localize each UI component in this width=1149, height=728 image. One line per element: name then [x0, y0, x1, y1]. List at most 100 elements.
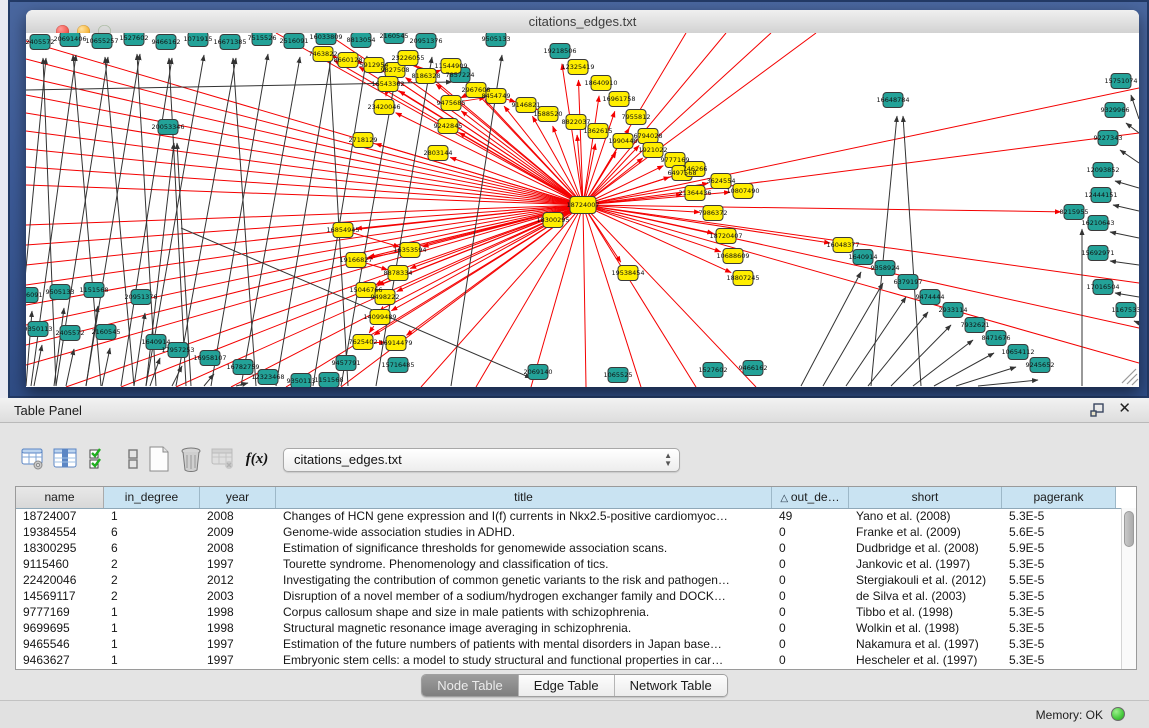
cell-year[interactable]: 2009	[200, 524, 276, 540]
table-row[interactable]: 977716911998Corpus callosum shape and si…	[16, 604, 1121, 620]
create-table-icon[interactable]	[146, 446, 172, 472]
cell-name[interactable]: 9463627	[16, 652, 104, 668]
network-canvas[interactable]: 2405572206914061065525715276029466162107…	[26, 33, 1139, 387]
column-header-name[interactable]: name	[16, 487, 104, 508]
cell-title[interactable]: Genome-wide association studies in ADHD.	[276, 524, 772, 540]
select-columns-icon[interactable]	[86, 446, 112, 472]
table-row[interactable]: 911546021997Tourette syndrome. Phenomeno…	[16, 556, 1121, 572]
scrollbar-thumb[interactable]	[1124, 511, 1134, 547]
cell-year[interactable]: 1997	[200, 652, 276, 668]
cell-in_degree[interactable]: 1	[104, 620, 200, 636]
cell-title[interactable]: Corpus callosum shape and size in male p…	[276, 604, 772, 620]
cell-title[interactable]: Investigating the contribution of common…	[276, 572, 772, 588]
cell-title[interactable]: Tourette syndrome. Phenomenology and cla…	[276, 556, 772, 572]
cell-in_degree[interactable]: 1	[104, 604, 200, 620]
table-row[interactable]: 1830029562008Estimation of significance …	[16, 540, 1121, 556]
cell-short[interactable]: Nakamura et al. (1997)	[849, 636, 1002, 652]
cell-year[interactable]: 2012	[200, 572, 276, 588]
cell-pagerank[interactable]: 5.3E-5	[1002, 508, 1116, 524]
vertical-scrollbar[interactable]	[1121, 508, 1136, 669]
cell-name[interactable]: 19384554	[16, 524, 104, 540]
cell-name[interactable]: 18300295	[16, 540, 104, 556]
cell-title[interactable]: Disruption of a novel member of a sodium…	[276, 588, 772, 604]
cell-pagerank[interactable]: 5.3E-5	[1002, 652, 1116, 668]
cell-title[interactable]: Estimation of significance thresholds fo…	[276, 540, 772, 556]
cell-pagerank[interactable]: 5.3E-5	[1002, 556, 1116, 572]
cell-year[interactable]: 1998	[200, 604, 276, 620]
cell-pagerank[interactable]: 5.3E-5	[1002, 636, 1116, 652]
show-columns-icon[interactable]	[52, 446, 78, 472]
cell-short[interactable]: Tibbo et al. (1998)	[849, 604, 1002, 620]
cell-name[interactable]: 9115460	[16, 556, 104, 572]
cell-out_de[interactable]: 0	[772, 604, 849, 620]
cell-in_degree[interactable]: 1	[104, 508, 200, 524]
close-panel-icon[interactable]: ✕	[1118, 401, 1131, 417]
cell-title[interactable]: Estimation of the future numbers of pati…	[276, 636, 772, 652]
column-header-title[interactable]: title	[276, 487, 772, 508]
cell-short[interactable]: Stergiakouli et al. (2012)	[849, 572, 1002, 588]
cell-year[interactable]: 2008	[200, 540, 276, 556]
network-view-window[interactable]: citations_edges.txt 24055722069140610655…	[26, 10, 1139, 387]
table-row[interactable]: 1872400712008Changes of HCN gene express…	[16, 508, 1121, 524]
cell-short[interactable]: Jankovic et al. (1997)	[849, 556, 1002, 572]
cell-name[interactable]: 22420046	[16, 572, 104, 588]
cell-short[interactable]: Hescheler et al. (1997)	[849, 652, 1002, 668]
cell-short[interactable]: Wolkin et al. (1998)	[849, 620, 1002, 636]
cell-out_de[interactable]: 0	[772, 572, 849, 588]
cell-year[interactable]: 2008	[200, 508, 276, 524]
cell-pagerank[interactable]: 5.3E-5	[1002, 604, 1116, 620]
cell-pagerank[interactable]: 5.3E-5	[1002, 588, 1116, 604]
cell-name[interactable]: 18724007	[16, 508, 104, 524]
cell-pagerank[interactable]: 5.6E-5	[1002, 524, 1116, 540]
cell-out_de[interactable]: 0	[772, 540, 849, 556]
row-height-icon[interactable]	[120, 446, 146, 472]
cell-year[interactable]: 1998	[200, 620, 276, 636]
cell-out_de[interactable]: 0	[772, 556, 849, 572]
table-row[interactable]: 1456911722003Disruption of a novel membe…	[16, 588, 1121, 604]
cell-short[interactable]: Franke et al. (2009)	[849, 524, 1002, 540]
column-header-pagerank[interactable]: pagerank	[1002, 487, 1116, 508]
column-header-out_de[interactable]: △ out_de…	[772, 487, 849, 508]
cell-short[interactable]: de Silva et al. (2003)	[849, 588, 1002, 604]
float-panel-icon[interactable]	[1090, 403, 1105, 417]
cell-in_degree[interactable]: 1	[104, 636, 200, 652]
cell-short[interactable]: Yano et al. (2008)	[849, 508, 1002, 524]
cell-pagerank[interactable]: 5.3E-5	[1002, 620, 1116, 636]
cell-in_degree[interactable]: 2	[104, 572, 200, 588]
cell-name[interactable]: 9699695	[16, 620, 104, 636]
cell-in_degree[interactable]: 6	[104, 524, 200, 540]
function-builder-icon[interactable]: f(x)	[244, 446, 270, 472]
cell-in_degree[interactable]: 6	[104, 540, 200, 556]
cell-year[interactable]: 1997	[200, 636, 276, 652]
cell-out_de[interactable]: 0	[772, 524, 849, 540]
column-header-short[interactable]: short	[849, 487, 1002, 508]
cell-title[interactable]: Structural magnetic resonance image aver…	[276, 620, 772, 636]
table-row[interactable]: 2242004622012Investigating the contribut…	[16, 572, 1121, 588]
cell-pagerank[interactable]: 5.5E-5	[1002, 572, 1116, 588]
table-select-dropdown[interactable]: citations_edges.txt ▲▼	[283, 448, 680, 472]
cell-in_degree[interactable]: 2	[104, 588, 200, 604]
cell-pagerank[interactable]: 5.9E-5	[1002, 540, 1116, 556]
cell-out_de[interactable]: 0	[772, 588, 849, 604]
cell-year[interactable]: 2003	[200, 588, 276, 604]
cell-out_de[interactable]: 0	[772, 620, 849, 636]
table-row[interactable]: 946362711997Embryonic stem cells: a mode…	[16, 652, 1121, 668]
citation-graph[interactable]: 2405572206914061065525715276029466162107…	[26, 33, 1139, 387]
table-settings-icon[interactable]	[20, 446, 46, 472]
cell-name[interactable]: 9465546	[16, 636, 104, 652]
table-row[interactable]: 1938455462009Genome-wide association stu…	[16, 524, 1121, 540]
cell-name[interactable]: 14569117	[16, 588, 104, 604]
delete-table-icon[interactable]	[210, 446, 236, 472]
window-titlebar[interactable]: citations_edges.txt	[26, 10, 1139, 34]
tab-node-table[interactable]: Node Table	[422, 675, 519, 696]
column-header-in_degree[interactable]: in_degree	[104, 487, 200, 508]
cell-title[interactable]: Changes of HCN gene expression and I(f) …	[276, 508, 772, 524]
resize-grip-icon[interactable]	[1122, 369, 1138, 385]
cell-in_degree[interactable]: 2	[104, 556, 200, 572]
cell-out_de[interactable]: 0	[772, 636, 849, 652]
cell-name[interactable]: 9777169	[16, 604, 104, 620]
cell-in_degree[interactable]: 1	[104, 652, 200, 668]
cell-year[interactable]: 1997	[200, 556, 276, 572]
cell-short[interactable]: Dudbridge et al. (2008)	[849, 540, 1002, 556]
cell-out_de[interactable]: 49	[772, 508, 849, 524]
